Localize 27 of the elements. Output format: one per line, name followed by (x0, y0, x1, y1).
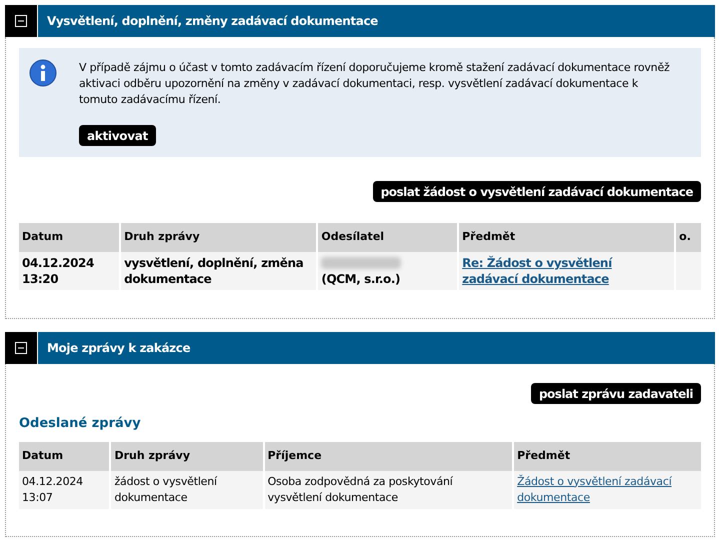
column-header: Druh zprávy (111, 442, 263, 470)
section-title: Moje zprávy k zakázce (47, 340, 190, 357)
subheading: Odeslané zprávy (19, 415, 142, 433)
table-cell: vysvětlení, doplnění, změna dokumentace (121, 252, 316, 290)
column-header: Příjemce (264, 442, 512, 470)
table-cell: 04.12.2024 13:20 (19, 252, 120, 290)
activate-button[interactable]: aktivovat (79, 125, 156, 146)
minus-box-icon (15, 342, 27, 354)
column-header: Předmět (514, 442, 701, 470)
info-icon (29, 59, 57, 87)
collapse-toggle[interactable] (5, 332, 37, 364)
minus-box-icon (15, 15, 27, 27)
column-header: Druh zprávy (121, 223, 316, 252)
column-header: Odesílatel (318, 223, 458, 252)
column-header: Předmět (459, 223, 674, 252)
collapse-toggle[interactable] (5, 5, 37, 37)
column-header: o. (676, 223, 701, 252)
action-button[interactable]: poslat žádost o vysvětlení zadávací dokumentace (372, 181, 701, 202)
action-button[interactable]: poslat zprávu zadavateli (530, 383, 701, 404)
section-title: Vysvětlení, doplnění, změny zadávací dokumentace (47, 13, 378, 30)
info-text: V případě zájmu o účast v tomto zadávacím řízení doporučujeme kromě stažení zadávací dokumentace rovněž aktivaci odběru upozornění na změny v zadávací dokumentaci, resp. vysvětlení zadávací dokumentace k tomuto zadávacímu řízení. (79, 60, 671, 108)
table-cell: Osoba zodpovědná za poskytování vysvětlení dokumentace (264, 470, 512, 508)
table-cell: 04.12.2024 13:07 (19, 470, 110, 508)
sender-text: (QCM, s.r.o.) (321, 271, 402, 287)
column-header: Datum (19, 442, 110, 470)
column-header: Datum (19, 223, 120, 252)
table-cell: žádost o vysvětlení dokumentace (111, 470, 263, 508)
